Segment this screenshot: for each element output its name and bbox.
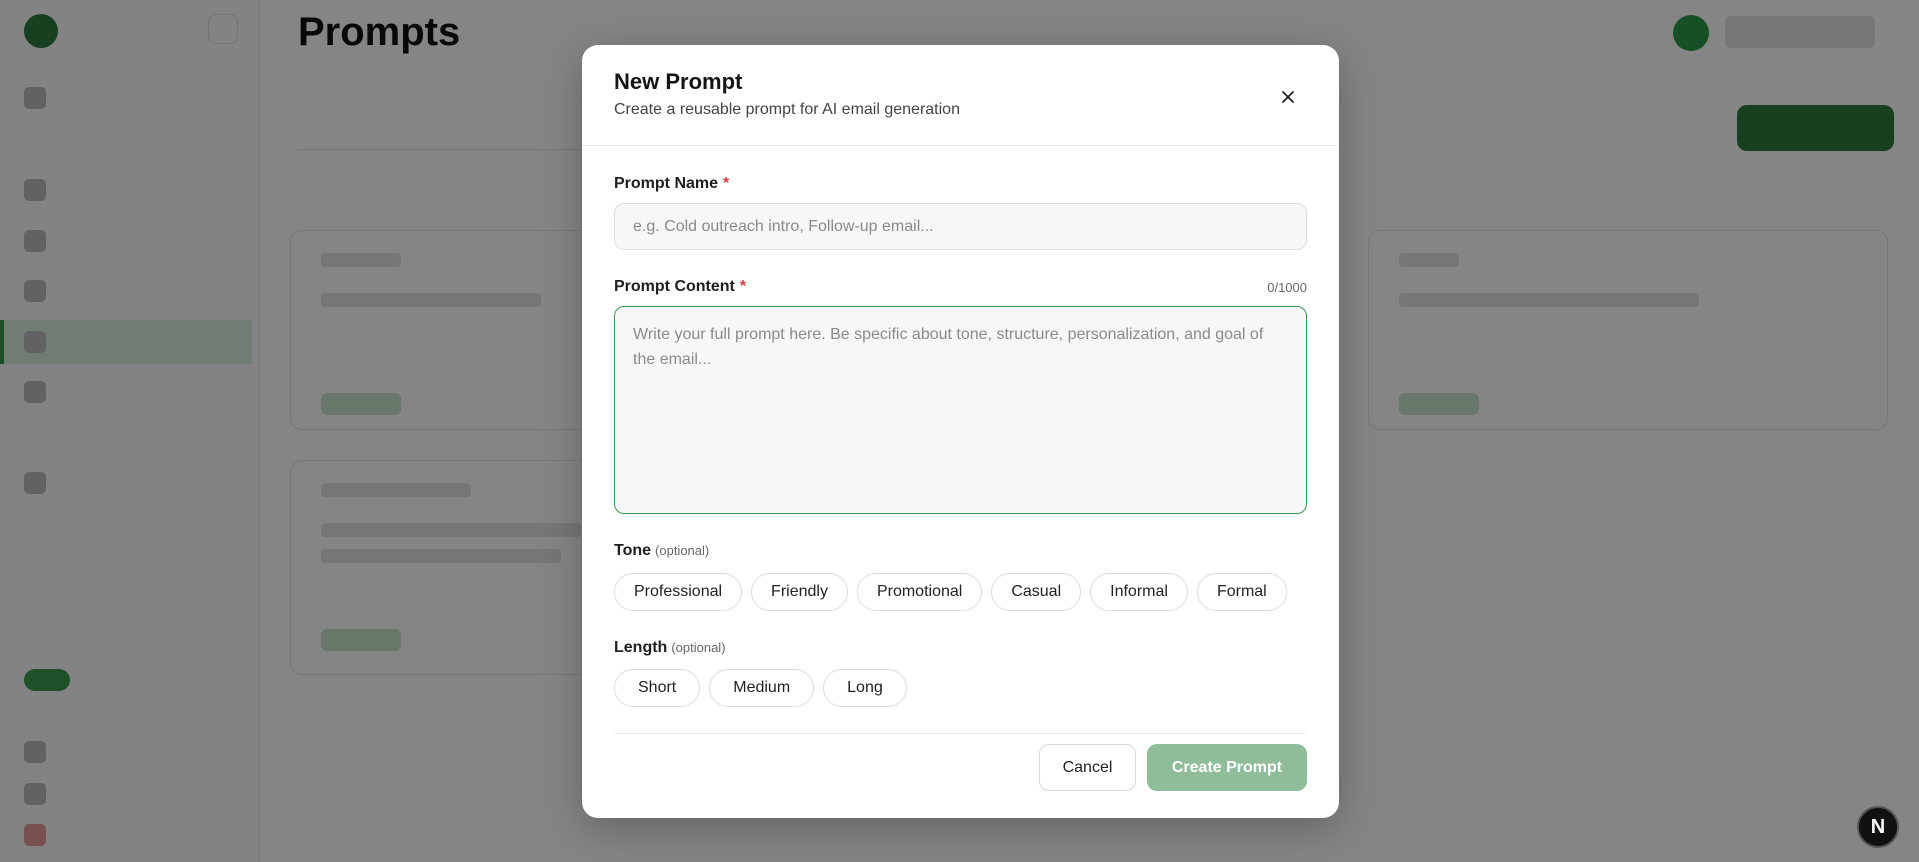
optional-hint: (optional) — [671, 640, 726, 655]
length-option-medium[interactable]: Medium — [709, 669, 815, 707]
new-prompt-dialog: New Prompt Create a reusable prompt for … — [582, 45, 1339, 818]
tone-option-informal[interactable]: Informal — [1090, 573, 1188, 611]
optional-hint: (optional) — [655, 543, 710, 558]
tone-label: Tone (optional) — [614, 542, 709, 560]
length-label: Length (optional) — [614, 639, 726, 657]
close-button[interactable] — [1274, 83, 1302, 111]
footer-divider — [614, 733, 1307, 734]
required-mark: * — [739, 278, 747, 295]
length-option-short[interactable]: Short — [614, 669, 701, 707]
close-icon — [1282, 91, 1294, 103]
dialog-header: New Prompt Create a reusable prompt for … — [582, 45, 1339, 146]
create-prompt-button[interactable]: Create Prompt — [1147, 744, 1307, 791]
length-label-text: Length — [614, 639, 668, 656]
tone-option-professional[interactable]: Professional — [614, 573, 743, 611]
prompt-name-label-text: Prompt Name — [614, 175, 719, 192]
required-mark: * — [723, 175, 730, 192]
tone-option-formal[interactable]: Formal — [1196, 573, 1287, 611]
length-options: Short Medium Long — [614, 669, 907, 707]
length-option-long[interactable]: Long — [823, 669, 907, 707]
tone-options: Professional Friendly Promotional Casual… — [614, 573, 1287, 611]
dialog-title: New Prompt — [614, 69, 743, 94]
prompt-content-textarea[interactable] — [614, 306, 1307, 514]
tone-label-text: Tone — [614, 542, 652, 559]
prompt-content-label-text: Prompt Content — [614, 278, 735, 295]
prompt-content-label: Prompt Content * — [614, 278, 746, 296]
tone-option-friendly[interactable]: Friendly — [751, 573, 848, 611]
character-counter: 0/1000 — [1267, 280, 1307, 295]
prompt-name-input[interactable] — [614, 203, 1307, 250]
next-badge-button[interactable]: N — [1857, 806, 1899, 848]
tone-option-promotional[interactable]: Promotional — [856, 573, 983, 611]
dialog-subtitle: Create a reusable prompt for AI email ge… — [614, 101, 960, 118]
prompt-name-label: Prompt Name * — [614, 175, 729, 193]
tone-option-casual[interactable]: Casual — [991, 573, 1082, 611]
cancel-button[interactable]: Cancel — [1039, 744, 1136, 791]
